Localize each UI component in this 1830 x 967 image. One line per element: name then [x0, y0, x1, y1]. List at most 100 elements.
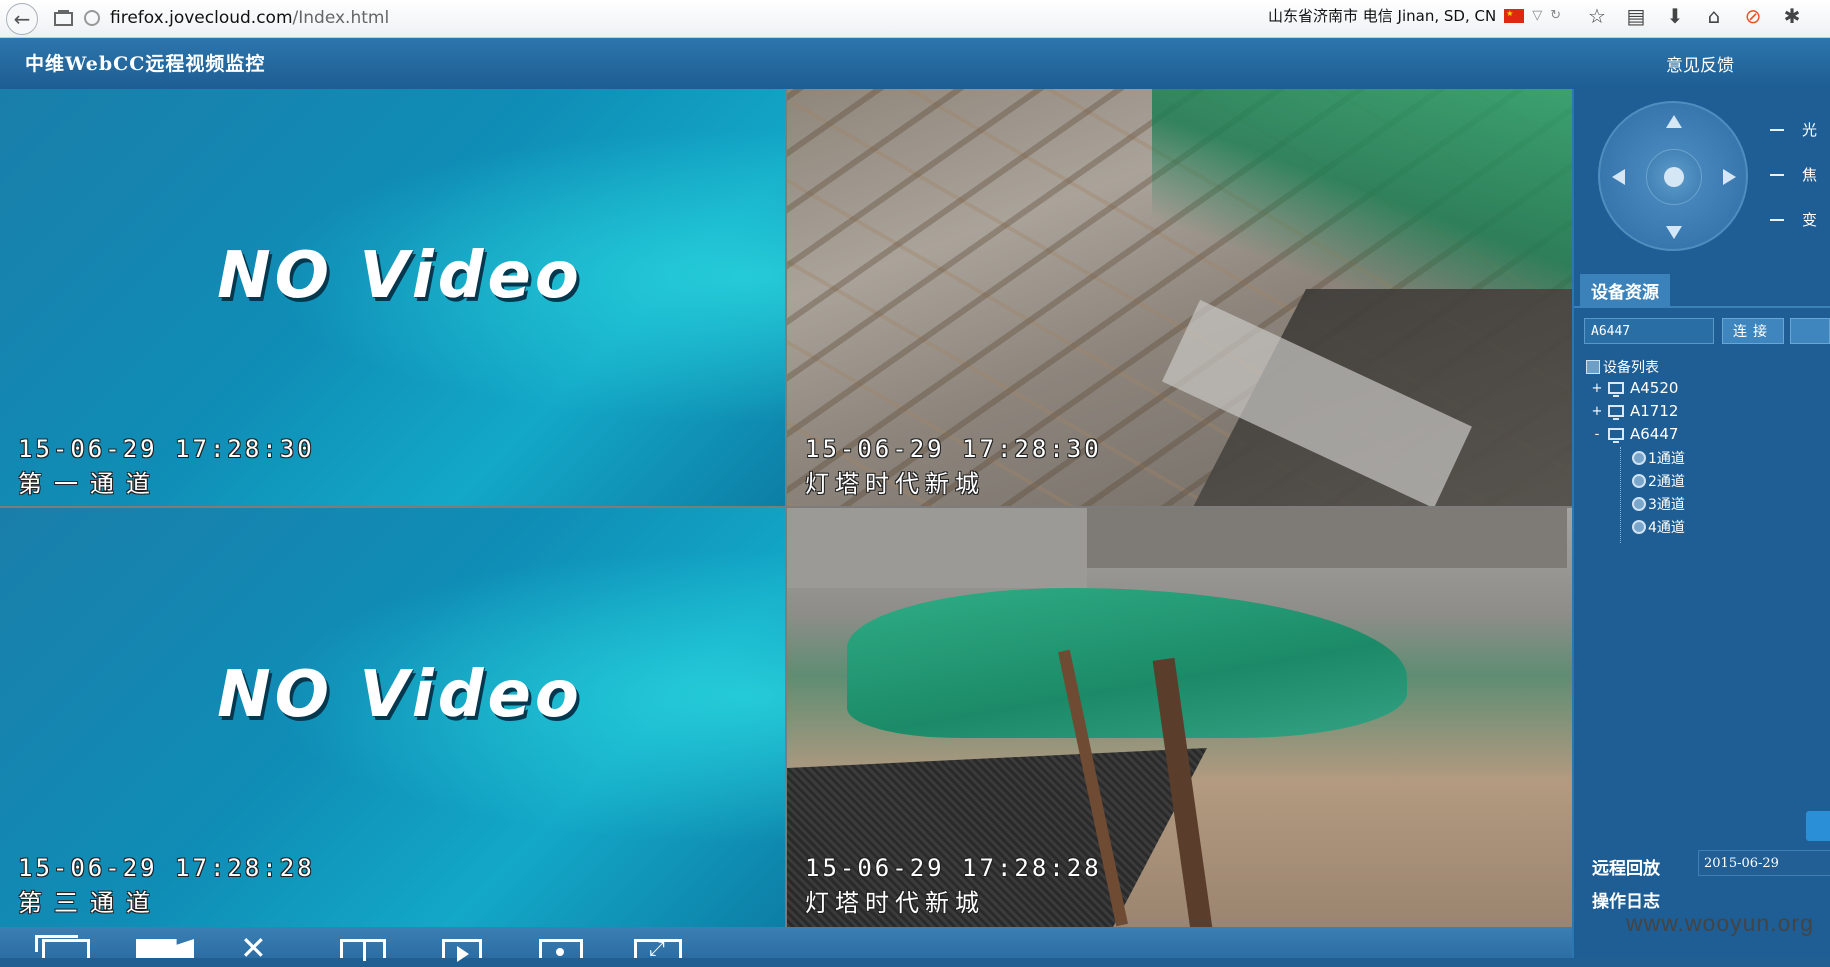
play-icon[interactable]: [442, 939, 482, 962]
china-flag-icon: [1504, 8, 1525, 23]
camera-icon: [1632, 451, 1646, 465]
ptz-right-icon[interactable]: [1723, 169, 1736, 185]
focus-minus-icon[interactable]: [1770, 173, 1784, 176]
monitor-icon: [1608, 405, 1624, 420]
dropdown-icon[interactable]: ▽: [1532, 8, 1542, 23]
tree-channel-3[interactable]: 3通道: [1632, 494, 1685, 514]
ptz-center-button[interactable]: [1646, 149, 1702, 205]
extension-icon[interactable]: ✱: [1780, 4, 1804, 28]
download-icon[interactable]: ⬇: [1663, 4, 1687, 28]
fullscreen-icon[interactable]: [634, 936, 682, 960]
ptz-down-icon[interactable]: [1666, 226, 1682, 239]
snapshot-icon[interactable]: [539, 939, 583, 958]
collapse-icon[interactable]: -: [1590, 427, 1604, 442]
tile-channel-name: 灯塔时代新城: [805, 889, 985, 917]
back-icon[interactable]: ←: [6, 3, 38, 35]
device-tree: 设备列表 + A4520 + A1712 - A6447 1通道 2通道 3通道…: [1580, 351, 1830, 831]
operation-log-label[interactable]: 操作日志: [1592, 887, 1660, 912]
camera-feed-detail: [787, 508, 1087, 588]
feedback-link[interactable]: 意见反馈: [1666, 51, 1734, 76]
record-icon[interactable]: [136, 939, 194, 958]
reading-list-icon[interactable]: ▤: [1624, 4, 1648, 28]
focus-label: 焦: [1802, 166, 1818, 184]
no-video-label: NO Video: [217, 239, 583, 313]
tree-channel-1[interactable]: 1通道: [1632, 448, 1685, 468]
zoom-label: 变: [1802, 211, 1818, 229]
tile-channel-name: 灯塔时代新城: [805, 470, 985, 498]
remote-playback-label[interactable]: 远程回放: [1592, 854, 1660, 879]
more-button[interactable]: [1790, 318, 1830, 344]
no-video-label: NO Video: [217, 658, 583, 732]
camera-feed-detail: [847, 588, 1407, 738]
window-layout-icon[interactable]: [35, 935, 90, 958]
globe-icon: [84, 10, 100, 26]
zoom-minus-icon[interactable]: [1770, 218, 1784, 221]
ptz-left-icon[interactable]: [1612, 169, 1625, 185]
tree-device-A6447[interactable]: - A6447: [1590, 425, 1678, 443]
video-tile-4[interactable]: 15-06-29 17:28:28 灯塔时代新城: [787, 508, 1572, 927]
bottom-toolbar: [0, 927, 1572, 962]
browser-toolbar-icons: ☆ ▤ ⬇ ⌂ ⊘ ✱: [1585, 4, 1804, 28]
expand-icon[interactable]: +: [1590, 381, 1604, 396]
connect-button[interactable]: 连接: [1722, 318, 1784, 344]
tree-device-A1712[interactable]: + A1712: [1590, 402, 1678, 420]
tree-device-A4520[interactable]: + A4520: [1590, 379, 1678, 397]
camera-icon: [1632, 497, 1646, 511]
video-tile-2[interactable]: 15-06-29 17:28:30 灯塔时代新城: [787, 89, 1572, 506]
tile-channel-name: 第三通道: [18, 889, 162, 917]
tile-timestamp: 15-06-29 17:28:30: [18, 435, 315, 463]
app-title: 中维WebCC远程视频监控: [25, 53, 266, 75]
browser-toolbar: ← firefox.jovecloud.com/Index.html 山东省济南…: [0, 0, 1830, 38]
playback-date-input[interactable]: 2015-06-29: [1698, 850, 1830, 876]
device-name: A6447: [1630, 425, 1679, 443]
split-screen-icon[interactable]: [340, 939, 386, 961]
tile-channel-name: 第一通道: [18, 470, 162, 498]
tree-connector: [1620, 447, 1622, 543]
channel-name: 3通道: [1648, 497, 1685, 513]
app-header: 中维WebCC远程视频监控 意见反馈: [0, 38, 1830, 90]
tile-timestamp: 15-06-29 17:28:28: [18, 854, 315, 882]
tab-device-resources[interactable]: 设备资源: [1580, 274, 1670, 306]
tree-root-label: 设备列表: [1603, 360, 1659, 376]
camera-icon: [1632, 520, 1646, 534]
device-name: A1712: [1630, 402, 1679, 420]
url-domain: firefox.jovecloud.com: [110, 8, 293, 28]
adblock-icon[interactable]: ⊘: [1741, 4, 1765, 28]
device-id-input[interactable]: [1584, 318, 1714, 344]
bookmark-star-icon[interactable]: ☆: [1585, 4, 1609, 28]
device-name: A4520: [1630, 379, 1679, 397]
monitor-icon: [1608, 382, 1624, 397]
ptz-control: [1598, 101, 1748, 251]
iris-minus-icon[interactable]: [1770, 128, 1784, 131]
stop-record-icon[interactable]: [234, 939, 292, 958]
focus-control: 焦: [1770, 164, 1817, 185]
tree-channel-2[interactable]: 2通道: [1632, 471, 1685, 491]
geo-info: 山东省济南市 电信 Jinan, SD, CN ▽ ↻: [1268, 5, 1561, 26]
channel-name: 4通道: [1648, 520, 1685, 536]
monitor-icon: [1608, 428, 1624, 443]
camera-icon: [1632, 474, 1646, 488]
page-icon: [54, 10, 74, 26]
device-list-icon: [1586, 360, 1600, 374]
tree-root[interactable]: 设备列表: [1586, 357, 1659, 377]
expand-icon[interactable]: +: [1590, 404, 1604, 419]
tab-divider: [1574, 306, 1830, 308]
channel-name: 1通道: [1648, 451, 1685, 467]
panel-collapse-handle[interactable]: [1806, 811, 1830, 841]
tree-channel-4[interactable]: 4通道: [1632, 517, 1685, 537]
iris-label: 光: [1802, 121, 1818, 139]
url-path: /Index.html: [292, 8, 390, 28]
home-icon[interactable]: ⌂: [1702, 4, 1726, 28]
video-tile-1[interactable]: NO Video 15-06-29 17:28:30 第一通道: [0, 89, 785, 506]
reload-icon[interactable]: ↻: [1550, 8, 1561, 23]
video-grid: NO Video 15-06-29 17:28:30 第一通道 15-06-29…: [0, 89, 1572, 927]
camera-feed-detail: [1152, 89, 1572, 289]
channel-name: 2通道: [1648, 474, 1685, 490]
camera-feed-detail: [1087, 508, 1567, 568]
right-panel: 光 焦 变 设备资源 连接 设备列表 + A4520 + A1712 - A64…: [1572, 89, 1830, 958]
tile-timestamp: 15-06-29 17:28:30: [805, 435, 1102, 463]
tile-timestamp: 15-06-29 17:28:28: [805, 854, 1102, 882]
ptz-up-icon[interactable]: [1666, 115, 1682, 128]
video-tile-3[interactable]: NO Video 15-06-29 17:28:28 第三通道: [0, 508, 785, 927]
geo-text: 山东省济南市 电信 Jinan, SD, CN: [1268, 7, 1497, 25]
